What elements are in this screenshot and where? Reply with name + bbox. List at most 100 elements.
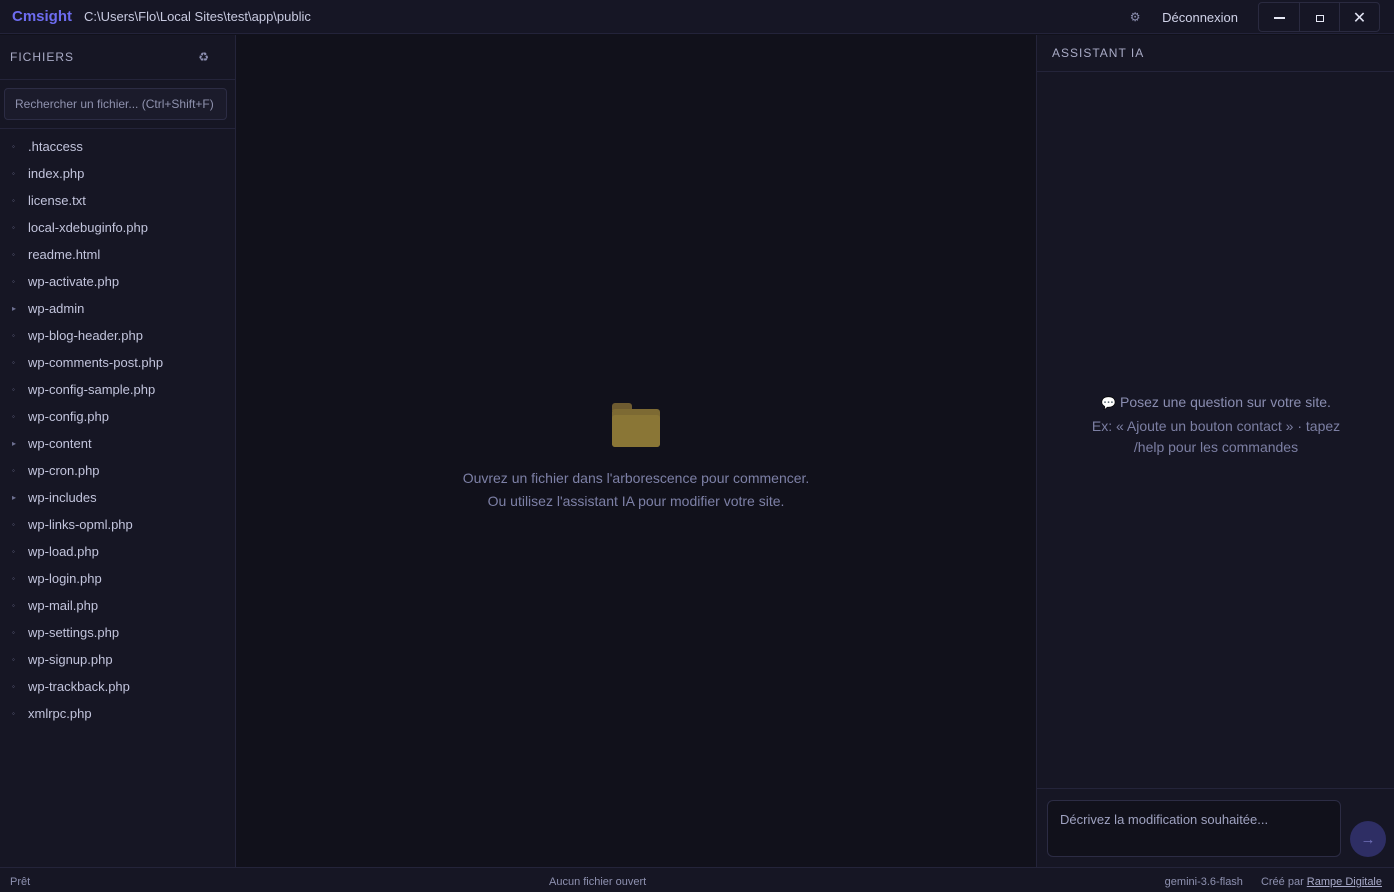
- file-name: wp-login.php: [28, 571, 102, 586]
- file-name: wp-blog-header.php: [28, 328, 143, 343]
- file-dot-icon: ◦: [12, 223, 15, 232]
- file-item[interactable]: ◦ wp-cron.php: [0, 457, 235, 484]
- file-item[interactable]: ◦ license.txt: [0, 187, 235, 214]
- chevron-right-icon: ▸: [12, 493, 17, 502]
- file-dot-icon: ◦: [12, 574, 15, 583]
- file-dot-icon: ◦: [12, 250, 15, 259]
- file-dot-icon: ◦: [12, 682, 15, 691]
- file-item[interactable]: ◦ wp-mail.php: [0, 592, 235, 619]
- assistant-header: ASSISTANT IA: [1037, 35, 1394, 72]
- hint-example: Ex: « Ajoute un bouton contact » · tapez…: [1091, 418, 1341, 455]
- file-item[interactable]: ◦ wp-links-opml.php: [0, 511, 235, 538]
- file-name: wp-mail.php: [28, 598, 99, 613]
- file-name: index.php: [28, 166, 85, 181]
- send-button[interactable]: →: [1350, 821, 1386, 857]
- assistant-title: ASSISTANT IA: [1052, 46, 1145, 60]
- file-name: wp-links-opml.php: [28, 517, 133, 532]
- file-name: wp-config-sample.php: [28, 382, 156, 397]
- file-dot-icon: ◦: [12, 655, 15, 664]
- file-item[interactable]: ◦ wp-config-sample.php: [0, 376, 235, 403]
- file-name: wp-cron.php: [28, 463, 100, 478]
- file-explorer: FICHIERS ♻ ◦ .htaccess ◦ index.php ◦ license.…: [0, 35, 236, 867]
- file-dot-icon: ◦: [12, 331, 15, 340]
- folder-item[interactable]: ▸ wp-includes: [0, 484, 235, 511]
- folder-item[interactable]: ▸ wp-content: [0, 430, 235, 457]
- file-name: license.txt: [28, 193, 86, 208]
- file-search-input[interactable]: [4, 88, 227, 120]
- file-item[interactable]: ◦ wp-load.php: [0, 538, 235, 565]
- file-item[interactable]: ◦ wp-config.php: [0, 403, 235, 430]
- file-name: wp-comments-post.php: [28, 355, 164, 370]
- file-name: wp-admin: [28, 301, 85, 316]
- empty-state: Ouvrez un fichier dans l'arborescence po…: [236, 403, 1036, 513]
- hint-question: Posez une question sur votre site.: [1120, 394, 1331, 410]
- minimize-button[interactable]: [1259, 3, 1299, 31]
- file-item[interactable]: ◦ wp-activate.php: [0, 268, 235, 295]
- project-path: C:\Users\Flo\Local Sites\test\app\public: [84, 9, 311, 24]
- file-dot-icon: ◦: [12, 196, 15, 205]
- file-name: .htaccess: [28, 139, 83, 154]
- file-item[interactable]: ◦ wp-comments-post.php: [0, 349, 235, 376]
- file-item[interactable]: ◦ wp-blog-header.php: [0, 322, 235, 349]
- file-name: local-xdebuginfo.php: [28, 220, 148, 235]
- gear-icon[interactable]: ⚙: [1124, 10, 1146, 24]
- file-item[interactable]: ◦ .htaccess: [0, 133, 235, 160]
- file-dot-icon: ◦: [12, 385, 15, 394]
- empty-state-line-1: Ouvrez un fichier dans l'arborescence po…: [462, 470, 810, 486]
- assistant-hint: 💬 Posez une question sur votre site. Ex: …: [1037, 394, 1394, 458]
- status-bar: Prêt Aucun fichier ouvert gemini-3.6-fla…: [0, 867, 1394, 892]
- file-item[interactable]: ◦ wp-trackback.php: [0, 673, 235, 700]
- file-item[interactable]: ◦ index.php: [0, 160, 235, 187]
- file-item[interactable]: ◦ wp-login.php: [0, 565, 235, 592]
- close-button[interactable]: ✕: [1339, 3, 1379, 31]
- model-name: gemini-3.6-flash: [1164, 876, 1243, 888]
- app-brand: Cmsight: [12, 8, 72, 25]
- speech-bubble-icon: 💬: [1101, 396, 1117, 410]
- folder-item[interactable]: ▸ wp-admin: [0, 295, 235, 322]
- file-name: wp-content: [28, 436, 92, 451]
- file-dot-icon: ◦: [12, 412, 15, 421]
- file-name: wp-load.php: [28, 544, 99, 559]
- minimize-icon: [1273, 17, 1285, 19]
- file-explorer-title: FICHIERS: [10, 50, 75, 64]
- search-container: [0, 80, 235, 129]
- file-item[interactable]: ◦ wp-signup.php: [0, 646, 235, 673]
- recycle-icon[interactable]: ♻: [198, 50, 209, 64]
- file-tree: ◦ .htaccess ◦ index.php ◦ license.txt ◦ local-x…: [0, 129, 235, 727]
- title-bar-actions: ⚙ Déconnexion ✕: [1124, 0, 1394, 34]
- title-bar: Cmsight C:\Users\Flo\Local Sites\test\ap…: [0, 0, 1394, 34]
- file-dot-icon: ◦: [12, 169, 15, 178]
- file-name: readme.html: [28, 247, 101, 262]
- assistant-conversation: 💬 Posez une question sur votre site. Ex: …: [1037, 72, 1394, 788]
- hint-question-row: 💬 Posez une question sur votre site.: [1077, 394, 1355, 410]
- empty-state-line-2: Ou utilisez l'assistant IA pour modifier…: [487, 493, 785, 509]
- file-item[interactable]: ◦ wp-settings.php: [0, 619, 235, 646]
- file-item[interactable]: ◦ readme.html: [0, 241, 235, 268]
- logout-button[interactable]: Déconnexion: [1162, 10, 1238, 25]
- file-name: wp-config.php: [28, 409, 109, 424]
- folder-icon: [612, 403, 660, 447]
- file-dot-icon: ◦: [12, 709, 15, 718]
- file-item[interactable]: ◦ local-xdebuginfo.php: [0, 214, 235, 241]
- file-dot-icon: ◦: [12, 628, 15, 637]
- file-dot-icon: ◦: [12, 601, 15, 610]
- maximize-button[interactable]: [1299, 3, 1339, 31]
- assistant-prompt-input[interactable]: [1047, 800, 1341, 857]
- file-item[interactable]: ◦ xmlrpc.php: [0, 700, 235, 727]
- file-name: wp-trackback.php: [28, 679, 130, 694]
- file-name: wp-includes: [28, 490, 97, 505]
- chevron-right-icon: ▸: [12, 304, 17, 313]
- file-dot-icon: ◦: [12, 358, 15, 367]
- ai-assistant-panel: ASSISTANT IA 💬 Posez une question sur vot…: [1036, 35, 1394, 867]
- open-file-status: Aucun fichier ouvert: [549, 876, 647, 888]
- file-dot-icon: ◦: [12, 547, 15, 556]
- file-dot-icon: ◦: [12, 520, 15, 529]
- window-controls: ✕: [1258, 2, 1380, 32]
- credit-prefix: Créé par: [1260, 876, 1304, 888]
- file-dot-icon: ◦: [12, 277, 15, 286]
- chevron-right-icon: ▸: [12, 439, 17, 448]
- file-name: wp-signup.php: [28, 652, 113, 667]
- file-dot-icon: ◦: [12, 466, 15, 475]
- file-name: xmlrpc.php: [28, 706, 92, 721]
- credit-link[interactable]: Rampe Digitale: [1307, 876, 1382, 888]
